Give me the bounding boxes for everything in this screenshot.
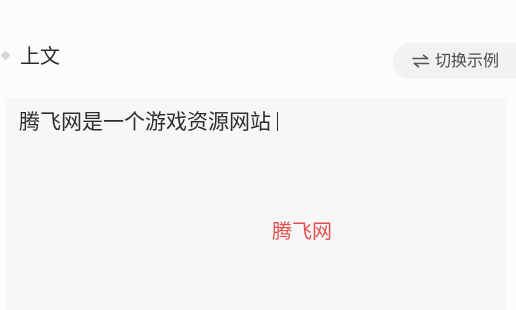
swap-arrows-icon (412, 54, 430, 68)
text-cursor (277, 112, 278, 131)
switch-example-label: 切换示例 (435, 51, 500, 70)
switch-example-button[interactable]: 切换示例 (393, 43, 516, 79)
highlight-text: 腾飞网 (272, 219, 332, 243)
text-panel[interactable]: 腾飞网是一个游戏资源网站 腾飞网 (5, 98, 507, 310)
section-title: 上文 (20, 44, 60, 68)
diamond-marker-icon (0, 50, 11, 61)
section-header: 上文 切换示例 (0, 40, 516, 80)
text-content[interactable]: 腾飞网是一个游戏资源网站 (19, 108, 278, 136)
text-content-value: 腾飞网是一个游戏资源网站 (19, 110, 271, 134)
